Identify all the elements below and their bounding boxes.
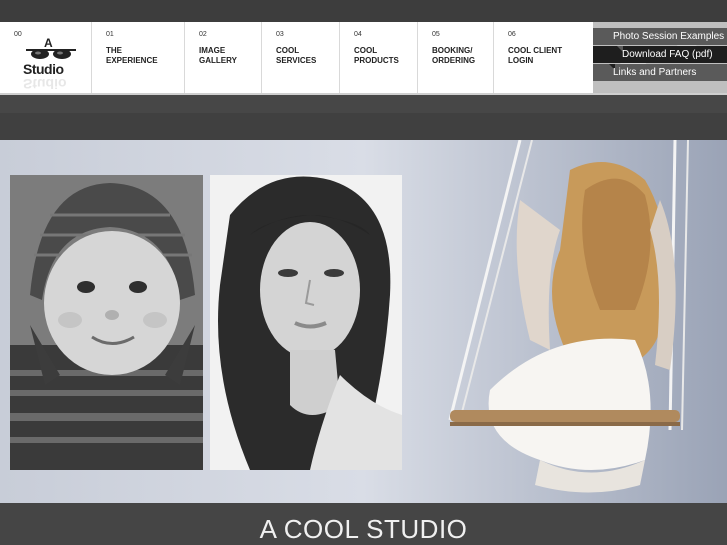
sunglasses-icon [26, 49, 76, 59]
nav-item-products[interactable]: 04 COOL PRODUCTS [340, 22, 418, 93]
side-link-label: Download FAQ (pdf) [622, 49, 713, 60]
link-photo-session-examples[interactable]: Photo Session Examples [593, 28, 727, 45]
child-portrait-image [10, 175, 203, 470]
top-strip [0, 0, 727, 22]
logo-link[interactable]: 00 A Studio Studio [0, 22, 92, 93]
swing-girl-photo [420, 140, 727, 503]
logo-text-studio: Studio [23, 61, 64, 77]
hero-banner [0, 140, 727, 503]
nav-item-experience[interactable]: 01 THE EXPERIENCE [92, 22, 185, 93]
nav-item-number: 04 [354, 31, 362, 38]
footer-bar: A COOL STUDIO [0, 503, 727, 545]
studio-logo: A Studio Studio [22, 37, 80, 92]
footer-title: A COOL STUDIO [259, 514, 468, 544]
side-links-panel: Photo Session Examples Download FAQ (pdf… [593, 22, 727, 93]
nav-item-booking[interactable]: 05 BOOKING/ ORDERING [418, 22, 494, 93]
nav-item-number: 03 [276, 31, 284, 38]
woman-portrait-photo [210, 175, 402, 470]
side-link-label: Links and Partners [613, 67, 697, 78]
nav-item-client-login[interactable]: 06 COOL CLIENT LOGIN [494, 22, 592, 93]
nav-item-label: THE EXPERIENCE [106, 46, 158, 65]
nav-item-gallery[interactable]: 02 IMAGE GALLERY [185, 22, 262, 93]
link-links-and-partners[interactable]: Links and Partners [593, 64, 727, 81]
nav-item-number: 06 [508, 31, 516, 38]
link-download-faq[interactable]: Download FAQ (pdf) [593, 46, 727, 63]
nav-item-services[interactable]: 03 COOL SERVICES [262, 22, 340, 93]
logo-number: 00 [14, 31, 22, 38]
nav-item-number: 05 [432, 31, 440, 38]
woman-portrait-image [210, 175, 402, 470]
child-portrait-photo [10, 175, 203, 470]
logo-reflection: Studio [23, 76, 67, 92]
swing-girl-image [448, 140, 689, 493]
nav-item-number: 01 [106, 31, 114, 38]
side-link-label: Photo Session Examples [613, 31, 725, 42]
nav-item-number: 02 [199, 31, 207, 38]
nav-item-label: COOL CLIENT LOGIN [508, 46, 563, 65]
divider-band [0, 95, 727, 140]
